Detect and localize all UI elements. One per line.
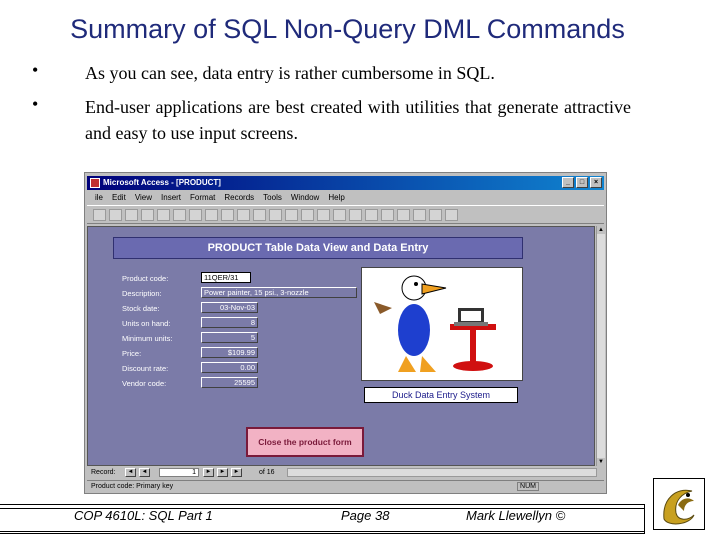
close-form-button[interactable]: Close the product form [246, 427, 364, 457]
window-titlebar[interactable]: Microsoft Access - [PRODUCT] _ □ × [87, 176, 604, 190]
duck-caption: Duck Data Entry System [364, 387, 518, 403]
find-icon[interactable] [349, 209, 362, 221]
footer-course: COP 4610L: SQL Part 1 [74, 508, 213, 523]
form-view: PRODUCT Table Data View and Data Entry P… [87, 226, 595, 466]
print-preview-icon[interactable] [141, 209, 154, 221]
menu-bar: ile Edit View Insert Format Records Tool… [87, 191, 604, 204]
new-object-icon[interactable] [429, 209, 442, 221]
menu-view[interactable]: View [135, 191, 152, 204]
menu-help[interactable]: Help [328, 191, 344, 204]
maximize-button[interactable]: □ [576, 177, 588, 188]
help-icon[interactable] [445, 209, 458, 221]
bullet-2-text: End-user applications are best created w… [85, 97, 631, 143]
record-label: Record: [91, 469, 116, 476]
first-record-icon[interactable]: ◄ [125, 468, 136, 477]
new-record-nav-icon[interactable]: ► [231, 468, 242, 477]
new-record-icon[interactable] [365, 209, 378, 221]
field-label-vendor-code: Vendor code: [122, 379, 167, 388]
bullet-dot: • [32, 60, 39, 80]
menu-edit[interactable]: Edit [112, 191, 126, 204]
num-lock-indicator: NUM [517, 482, 539, 491]
footer-author: Mark Llewellyn © [466, 508, 566, 523]
price-field[interactable]: $109.99 [201, 347, 258, 358]
last-record-icon[interactable]: ► [217, 468, 228, 477]
university-logo-icon [653, 478, 705, 530]
sort-ascending-icon[interactable] [269, 209, 282, 221]
field-label-description: Description: [122, 289, 162, 298]
status-bar: Product code: Primary key NUM [87, 480, 604, 491]
menu-format[interactable]: Format [190, 191, 215, 204]
menu-tools[interactable]: Tools [263, 191, 282, 204]
copy-icon[interactable] [189, 209, 202, 221]
field-label-stock-date: Stock date: [122, 304, 160, 313]
menu-file[interactable]: ile [95, 191, 103, 204]
footer-page: Page 38 [341, 508, 390, 523]
access-app-icon [90, 178, 100, 188]
menu-window[interactable]: Window [291, 191, 319, 204]
save-icon[interactable] [109, 209, 122, 221]
filter-by-selection-icon[interactable] [301, 209, 314, 221]
description-field[interactable]: Power painter, 15 psi., 3-nozzle [201, 287, 357, 298]
insert-hyperlink-icon[interactable] [253, 209, 266, 221]
record-navigator: Record: ◄ ◄ 1 ► ► ► of 16 [87, 467, 604, 478]
spelling-icon[interactable] [157, 209, 170, 221]
status-message: Product code: Primary key [91, 483, 174, 490]
menu-insert[interactable]: Insert [161, 191, 181, 204]
scroll-down-icon[interactable]: ▼ [597, 458, 605, 466]
slide-title: Summary of SQL Non-Query DML Commands [70, 14, 625, 44]
next-record-icon[interactable]: ► [203, 468, 214, 477]
cut-icon[interactable] [173, 209, 186, 221]
product-code-field[interactable]: 11QER/31 [201, 272, 251, 283]
delete-record-icon[interactable] [381, 209, 394, 221]
undo-icon[interactable] [237, 209, 250, 221]
bullet-1-text: As you can see, data entry is rather cum… [85, 63, 495, 83]
record-count: of 16 [259, 469, 275, 476]
sort-descending-icon[interactable] [285, 209, 298, 221]
duck-illustration [361, 267, 523, 381]
apply-filter-icon[interactable] [333, 209, 346, 221]
field-label-price: Price: [122, 349, 142, 358]
access-window: Microsoft Access - [PRODUCT] _ □ × ile E… [84, 172, 607, 494]
stock-date-field[interactable]: 03-Nov-03 [201, 302, 258, 313]
field-label-product-code: Product code: [122, 274, 169, 283]
field-label-discount-rate: Discount rate: [122, 364, 169, 373]
format-painter-icon[interactable] [221, 209, 234, 221]
minimum-units-field[interactable]: 5 [201, 332, 258, 343]
print-icon[interactable] [125, 209, 138, 221]
database-window-icon[interactable] [413, 209, 426, 221]
discount-rate-field[interactable]: 0.00 [201, 362, 258, 373]
vendor-code-field[interactable]: 25595 [201, 377, 258, 388]
bullet-dot: • [32, 94, 39, 114]
bullet-2: • End-user applications are best created… [32, 94, 672, 150]
window-title: Microsoft Access - [PRODUCT] [103, 178, 221, 187]
close-window-button[interactable]: × [590, 177, 602, 188]
toolbar [87, 205, 604, 224]
horizontal-scrollbar[interactable] [287, 468, 597, 477]
vertical-scrollbar[interactable]: ▲ ▼ [596, 226, 605, 466]
record-number-input[interactable]: 1 [159, 468, 199, 477]
design-view-icon[interactable] [93, 209, 106, 221]
minimize-button[interactable]: _ [562, 177, 574, 188]
properties-icon[interactable] [397, 209, 410, 221]
menu-records[interactable]: Records [224, 191, 254, 204]
bullet-1: • As you can see, data entry is rather c… [32, 60, 672, 90]
previous-record-icon[interactable]: ◄ [139, 468, 150, 477]
form-header: PRODUCT Table Data View and Data Entry [113, 237, 523, 259]
field-label-minimum-units: Minimum units: [122, 334, 173, 343]
filter-by-form-icon[interactable] [317, 209, 330, 221]
field-label-units-on-hand: Units on hand: [122, 319, 171, 328]
paste-icon[interactable] [205, 209, 218, 221]
slide-footer: COP 4610L: SQL Part 1 Page 38 Mark Llewe… [0, 497, 720, 540]
scroll-up-icon[interactable]: ▲ [597, 226, 605, 234]
units-on-hand-field[interactable]: 8 [201, 317, 258, 328]
